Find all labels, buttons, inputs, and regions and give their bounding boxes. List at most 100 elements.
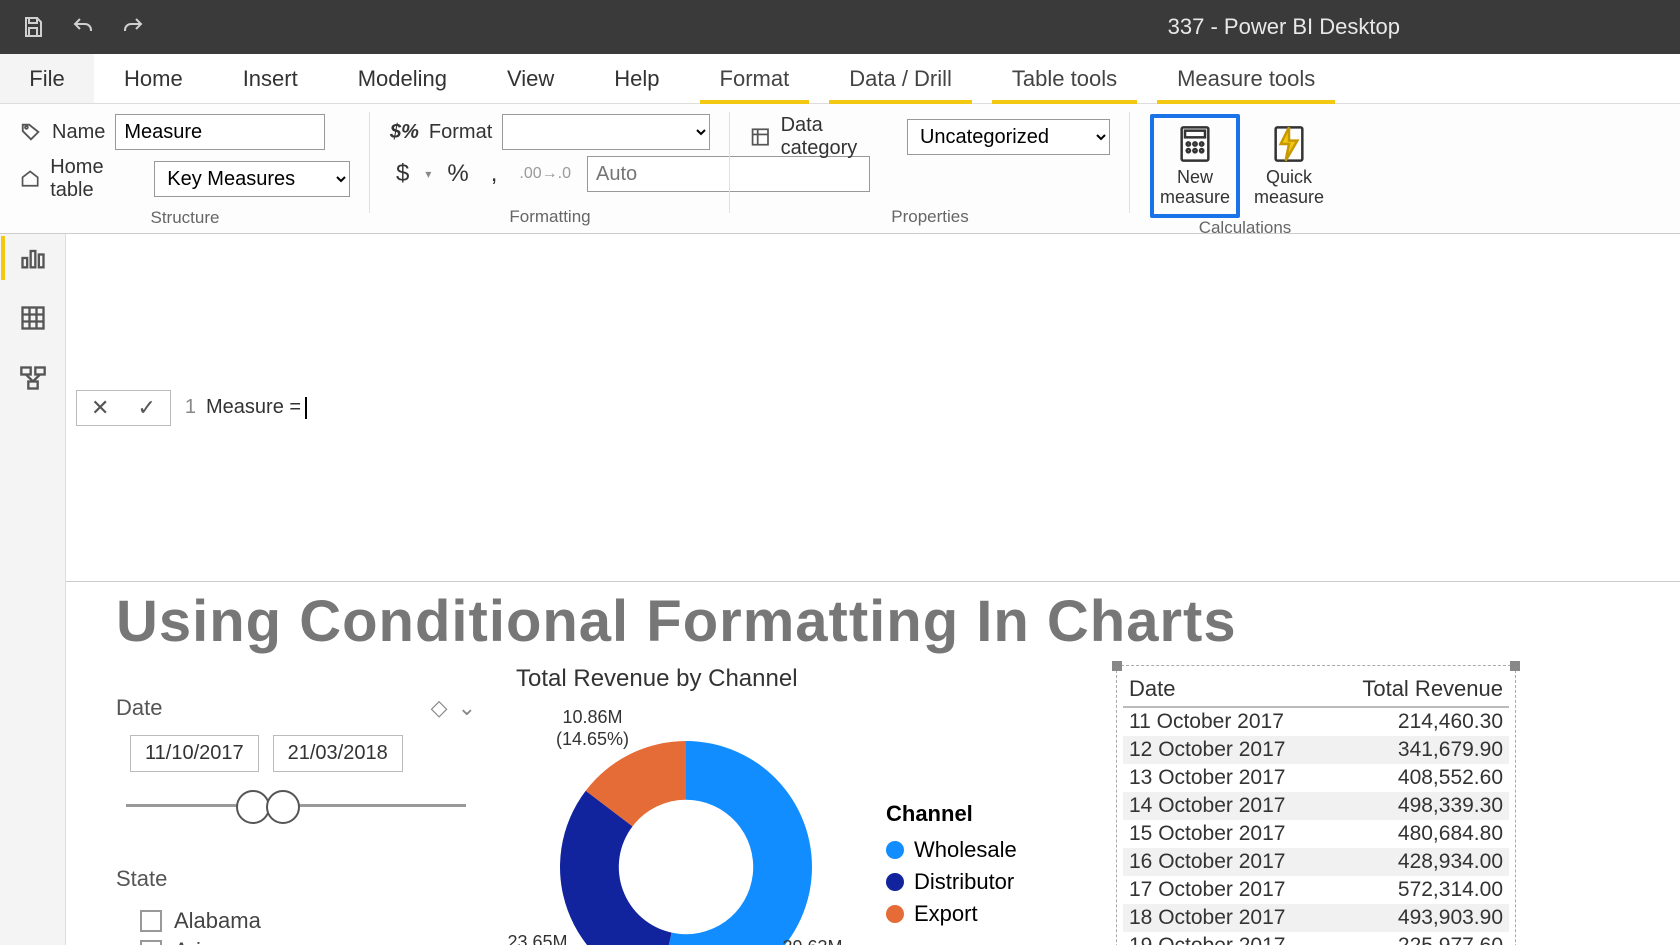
formula-bar: ✕ ✓ 1 Measure = [66,234,1680,582]
date-slicer-title: Date [116,695,162,721]
checkbox-icon[interactable] [140,940,162,945]
eraser-icon[interactable]: ◇ [431,695,448,721]
model-view-icon[interactable] [17,362,49,394]
home-table-label: Home table [20,156,144,202]
commit-icon[interactable]: ✓ [123,395,169,421]
legend-dot-icon [886,873,904,891]
format-label: $% Format [390,121,492,144]
date-start-input[interactable]: 11/10/2017 [130,735,259,772]
table-visual[interactable]: Date Total Revenue 11 October 2017214,46… [1116,665,1516,945]
donut-label: 10.86M(14.65%) [556,707,629,750]
name-label: Name [20,121,105,144]
slider-thumb-start[interactable] [236,790,270,824]
tab-modeling[interactable]: Modeling [328,54,477,103]
formula-editor[interactable]: 1 Measure = [185,396,307,419]
table-header: Date Total Revenue [1123,672,1509,708]
properties-group-label: Properties [750,207,1110,229]
ribbon-group-formatting: $% Format $ ▾ % , .00→.0 Formatting [370,104,730,233]
undo-icon[interactable] [70,14,96,40]
donut-legend: Channel Wholesale Distributor Export [886,801,1017,933]
tab-help[interactable]: Help [584,54,689,103]
table-row[interactable]: 12 October 2017341,679.90 [1123,736,1509,764]
table-row[interactable]: 16 October 2017428,934.00 [1123,848,1509,876]
decimal-button[interactable]: .00→.0 [513,165,577,183]
category-icon [750,126,771,148]
donut-slice-distributor[interactable] [560,791,672,945]
ribbon-group-properties: Data category Uncategorized Properties [730,104,1130,233]
table-row[interactable]: 14 October 2017498,339.30 [1123,792,1509,820]
quick-measure-button[interactable]: Quick measure [1244,114,1334,218]
tab-insert[interactable]: Insert [213,54,328,103]
report-view-icon[interactable] [17,242,49,274]
ribbon-group-calculations: New measure Quick measure Calculations [1130,104,1360,233]
format-icon: $% [390,121,419,144]
data-view-icon[interactable] [17,302,49,334]
table-row[interactable]: 18 October 2017493,903.90 [1123,904,1509,932]
date-end-input[interactable]: 21/03/2018 [273,735,403,772]
tag-icon [20,121,42,143]
home-table-select[interactable]: Key Measures [154,161,350,197]
tab-file[interactable]: File [0,54,94,103]
new-measure-button[interactable]: New measure [1150,114,1240,218]
cancel-icon[interactable]: ✕ [77,395,123,421]
percent-button[interactable]: % [441,160,474,188]
table-row[interactable]: 15 October 2017480,684.80 [1123,820,1509,848]
formula-cancel-commit: ✕ ✓ [76,390,171,426]
tab-home[interactable]: Home [94,54,213,103]
format-select[interactable] [502,114,710,150]
state-slicer-title: State [116,866,167,892]
date-range-inputs: 11/10/2017 21/03/2018 [130,735,476,772]
legend-dot-icon [886,841,904,859]
titlebar-quick-access [20,14,146,40]
state-slicer-header: State [116,866,476,892]
donut-label: 39.63M(53.45%) [776,937,849,945]
save-icon[interactable] [20,14,46,40]
donut-label: 23.65M(31.9%) [506,932,569,945]
tab-table-tools[interactable]: Table tools [982,54,1147,103]
structure-group-label: Structure [20,208,350,230]
tab-measure-tools[interactable]: Measure tools [1147,54,1345,103]
app-title: 337 - Power BI Desktop [146,14,1660,40]
measure-name-input[interactable] [115,114,325,150]
tab-data-drill[interactable]: Data / Drill [819,54,982,103]
slicer-column: Date ◇ ⌄ 11/10/2017 21/03/2018 [116,665,476,945]
currency-dropdown-icon[interactable]: ▾ [425,167,431,181]
chevron-down-icon[interactable]: ⌄ [458,695,476,721]
tab-view[interactable]: View [477,54,584,103]
state-item[interactable]: Alabama [140,906,476,936]
redo-icon[interactable] [120,14,146,40]
state-slicer: State AlabamaArizonaArkansasCaliforniaCo… [116,866,476,945]
left-nav-rail [0,234,66,945]
formatting-group-label: Formatting [390,207,710,229]
legend-item[interactable]: Wholesale [886,837,1017,863]
table-row[interactable]: 11 October 2017214,460.30 [1123,708,1509,736]
report-canvas[interactable]: Using Conditional Formatting In Charts D… [66,582,1680,945]
date-slicer-header: Date ◇ ⌄ [116,695,476,721]
table-row[interactable]: 17 October 2017572,314.00 [1123,876,1509,904]
table-row[interactable]: 13 October 2017408,552.60 [1123,764,1509,792]
state-item[interactable]: Arizona [140,936,476,945]
legend-item[interactable]: Distributor [886,869,1017,895]
ribbon-group-structure: Name Home table Key Measures Structure [0,104,370,233]
legend-title: Channel [886,801,1017,827]
cursor-icon [305,397,307,419]
legend-item[interactable]: Export [886,901,1017,927]
home-icon [20,168,40,190]
resize-handle[interactable] [1510,661,1520,671]
slider-thumb-end[interactable] [266,790,300,824]
thousands-button[interactable]: , [485,160,504,188]
report-title: Using Conditional Formatting In Charts [116,588,1650,655]
calculations-group-label: Calculations [1150,218,1340,240]
donut-title: Total Revenue by Channel [516,665,1076,693]
tab-format[interactable]: Format [690,54,820,103]
donut-visual[interactable]: Total Revenue by Channel 39.63M(53.45%)2… [516,665,1076,945]
resize-handle[interactable] [1112,661,1122,671]
data-category-label: Data category [750,114,897,160]
data-category-select[interactable]: Uncategorized [907,119,1110,155]
checkbox-icon[interactable] [140,910,162,932]
ribbon: Name Home table Key Measures Structure $… [0,104,1680,234]
table-row[interactable]: 19 October 2017225,977.60 [1123,932,1509,945]
date-range-slider[interactable] [126,786,466,826]
currency-button[interactable]: $ [390,160,415,188]
calculator-icon [1175,124,1215,164]
